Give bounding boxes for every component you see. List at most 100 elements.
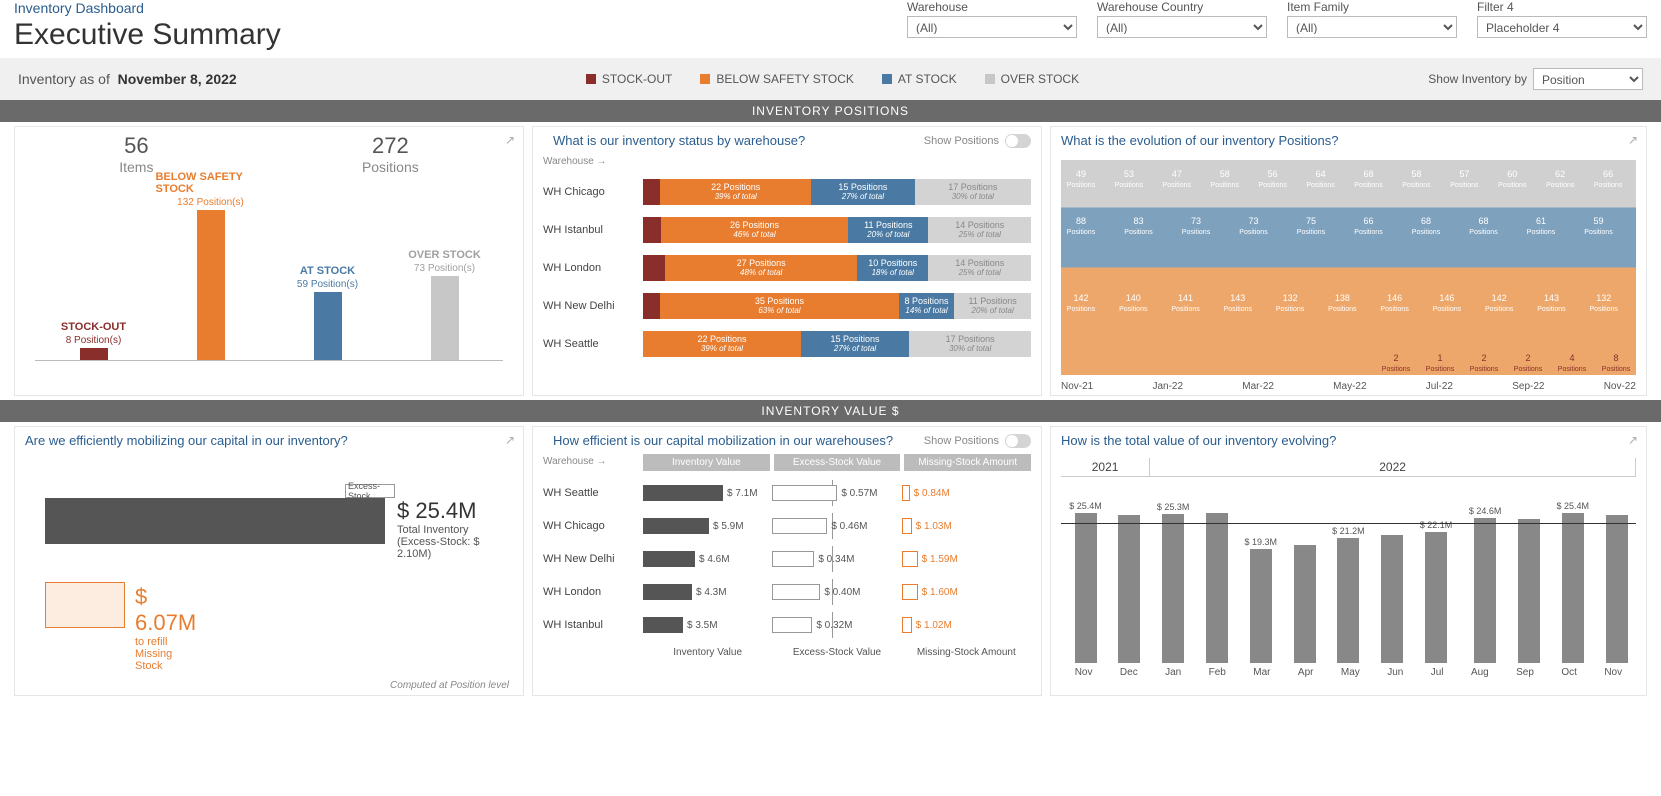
stack-segment[interactable]: 17 Positions30% of total: [909, 331, 1031, 357]
value-bar[interactable]: [1118, 515, 1140, 663]
stack-segment[interactable]: [643, 179, 660, 205]
inv-bar[interactable]: [643, 617, 683, 633]
stack-segment[interactable]: 17 Positions30% of total: [915, 179, 1031, 205]
stack-segment[interactable]: 14 Positions25% of total: [928, 217, 1031, 243]
inv-bar[interactable]: [643, 485, 723, 501]
evo-value: 132Positions: [1270, 293, 1310, 313]
expand-icon[interactable]: ↗: [1628, 433, 1638, 447]
warehouse-row[interactable]: WH New Delhi35 Positions63% of total8 Po…: [543, 293, 1031, 319]
bar-rect[interactable]: [314, 292, 342, 360]
filter-warehouse[interactable]: (All): [907, 16, 1077, 38]
stack-segment[interactable]: 15 Positions27% of total: [801, 331, 909, 357]
stack-segment[interactable]: [643, 293, 660, 319]
inv-bar[interactable]: [643, 584, 692, 600]
excess-bar[interactable]: [772, 518, 827, 534]
year-tab[interactable]: 2021: [1061, 458, 1150, 476]
efficiency-row[interactable]: WH New Delhi $ 4.6M $ 0.34M $ 1.59M: [543, 548, 1031, 570]
evo-value: 73Positions: [1176, 216, 1216, 236]
expand-icon[interactable]: ↗: [505, 433, 515, 447]
axis-tick: Jan-22: [1152, 381, 1183, 392]
efficiency-row[interactable]: WH London $ 4.3M $ 0.40M $ 1.60M: [543, 581, 1031, 603]
evo-value: 4Positions: [1552, 353, 1592, 373]
evo-value: 75Positions: [1291, 216, 1331, 236]
warehouse-row[interactable]: WH Seattle22 Positions39% of total15 Pos…: [543, 331, 1031, 357]
stack-segment[interactable]: 10 Positions18% of total: [857, 255, 928, 281]
total-inventory-bar[interactable]: [45, 498, 385, 544]
stack-segment[interactable]: [643, 217, 661, 243]
inv-bar[interactable]: [643, 518, 709, 534]
excess-bar[interactable]: [772, 584, 820, 600]
stack-segment[interactable]: 26 Positions46% of total: [661, 217, 848, 243]
missing-bar[interactable]: [902, 617, 912, 633]
month-tick: Nov: [1604, 667, 1622, 678]
value-bar[interactable]: [1606, 515, 1628, 663]
value-evolution-chart[interactable]: $ 25.4M$ 25.3M$ 19.3M$ 21.2M$ 22.1M$ 24.…: [1061, 483, 1636, 663]
evo-value: 64Positions: [1301, 169, 1341, 189]
show-inventory-by[interactable]: Position: [1533, 68, 1643, 90]
summary-bars[interactable]: STOCK-OUT 8 Position(s) BELOW SAFETY STO…: [35, 181, 503, 361]
excess-bar[interactable]: [772, 485, 837, 501]
evo-value: 66Positions: [1588, 169, 1628, 189]
evolution-chart[interactable]: 49Positions53Positions47Positions58Posit…: [1061, 160, 1636, 375]
bar-rect[interactable]: [80, 348, 108, 360]
efficiency-row[interactable]: WH Istanbul $ 3.5M $ 0.32M $ 1.02M: [543, 614, 1031, 636]
show-positions-toggle[interactable]: [1005, 134, 1031, 148]
bar-sublabel: 73 Position(s): [414, 263, 475, 274]
value-bar[interactable]: [1162, 514, 1184, 663]
value-bar[interactable]: [1250, 549, 1272, 663]
filter-item-family[interactable]: (All): [1287, 16, 1457, 38]
value-bar[interactable]: [1206, 513, 1228, 663]
excess-bar[interactable]: [772, 551, 814, 567]
value-bar[interactable]: [1474, 518, 1496, 663]
stack-segment[interactable]: 14 Positions25% of total: [928, 255, 1031, 281]
show-positions-toggle[interactable]: [1005, 434, 1031, 448]
bar-rect[interactable]: [197, 210, 225, 360]
evo-value: 47Positions: [1157, 169, 1197, 189]
filter4[interactable]: Placeholder 4: [1477, 16, 1647, 38]
stack-segment[interactable]: [643, 255, 665, 281]
stack-segment[interactable]: 8 Positions14% of total: [899, 293, 954, 319]
inv-bar[interactable]: [643, 551, 695, 567]
expand-icon[interactable]: ↗: [505, 133, 515, 147]
value-bar[interactable]: [1425, 532, 1447, 663]
card-status-by-warehouse: What is our inventory status by warehous…: [532, 126, 1042, 396]
warehouse-row[interactable]: WH Chicago22 Positions39% of total15 Pos…: [543, 179, 1031, 205]
value-bar[interactable]: [1562, 513, 1584, 663]
missing-bar[interactable]: [902, 584, 918, 600]
expand-icon[interactable]: ↗: [1628, 133, 1638, 147]
evo-value: 49Positions: [1061, 169, 1101, 189]
value-bar[interactable]: [1381, 535, 1403, 663]
total-inventory-value: $ 25.4M: [397, 498, 493, 524]
legend: STOCK-OUT BELOW SAFETY STOCK AT STOCK OV…: [267, 72, 1399, 86]
missing-bar[interactable]: [902, 551, 918, 567]
efficiency-row[interactable]: WH Chicago $ 5.9M $ 0.46M $ 1.03M: [543, 515, 1031, 537]
efficiency-row[interactable]: WH Seattle $ 7.1M $ 0.57M $ 0.84M: [543, 482, 1031, 504]
missing-stock-bar[interactable]: [45, 582, 125, 628]
excess-bar[interactable]: [772, 617, 812, 633]
filter-warehouse-country[interactable]: (All): [1097, 16, 1267, 38]
stack-segment[interactable]: 27 Positions48% of total: [665, 255, 857, 281]
value-bar[interactable]: [1518, 519, 1540, 663]
value-bar[interactable]: [1294, 545, 1316, 663]
stack-segment[interactable]: 11 Positions20% of total: [848, 217, 928, 243]
month-tick: Feb: [1209, 667, 1226, 678]
evo-value: 143Positions: [1531, 293, 1571, 313]
stack-segment[interactable]: 15 Positions27% of total: [811, 179, 914, 205]
bar-value-label: $ 24.6M: [1469, 506, 1502, 516]
breadcrumb[interactable]: Inventory Dashboard: [14, 0, 281, 16]
value-bar[interactable]: [1337, 538, 1359, 663]
year-tab[interactable]: 2022: [1150, 458, 1636, 476]
bar-rect[interactable]: [431, 276, 459, 360]
warehouse-row[interactable]: WH Istanbul26 Positions46% of total11 Po…: [543, 217, 1031, 243]
excess-value: $ 0.40M: [824, 587, 860, 598]
missing-bar[interactable]: [902, 485, 910, 501]
stack-segment[interactable]: 22 Positions39% of total: [660, 179, 811, 205]
month-tick: Dec: [1120, 667, 1138, 678]
stack-segment[interactable]: 22 Positions39% of total: [643, 331, 801, 357]
missing-bar[interactable]: [902, 518, 912, 534]
warehouse-row[interactable]: WH London27 Positions48% of total10 Posi…: [543, 255, 1031, 281]
stack-segment[interactable]: 35 Positions63% of total: [660, 293, 899, 319]
filter-warehouse-label: Warehouse: [907, 0, 1077, 14]
stack-segment[interactable]: 11 Positions20% of total: [954, 293, 1031, 319]
value-bar[interactable]: [1075, 513, 1097, 663]
